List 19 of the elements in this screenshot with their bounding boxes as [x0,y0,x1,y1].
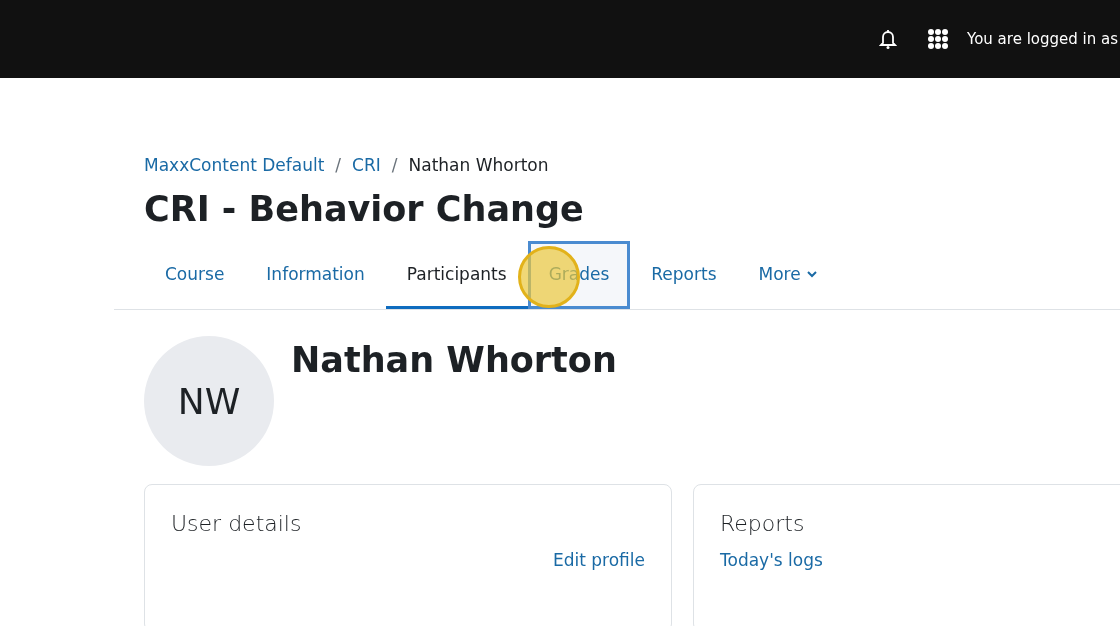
app-grid-icon[interactable] [927,28,949,50]
card-title: User details [171,511,303,536]
login-status: You are logged in as [967,30,1118,48]
card-link[interactable]: Edit profile [552,550,645,570]
nav-tab[interactable]: Information [245,241,386,309]
breadcrumb-current: Nathan Whorton [408,155,549,175]
breadcrumb-link[interactable]: CRI [352,155,381,175]
user-name: Nathan Whorton [291,340,617,382]
nav-tab[interactable]: Course [144,241,246,309]
notification-bell-icon[interactable] [879,28,897,50]
card-title: Reports [720,511,806,536]
course-title: CRI - Behavior Change [144,189,585,229]
nav-tab[interactable]: Reports [630,241,738,309]
breadcrumb-link[interactable]: MaxxContent Default [144,155,325,175]
user-avatar: NW [144,336,274,466]
card-link[interactable]: Today's logs [720,550,823,570]
breadcrumb-separator: / [335,155,342,175]
nav-tab[interactable]: More [737,241,838,309]
breadcrumb-separator: / [391,155,398,175]
